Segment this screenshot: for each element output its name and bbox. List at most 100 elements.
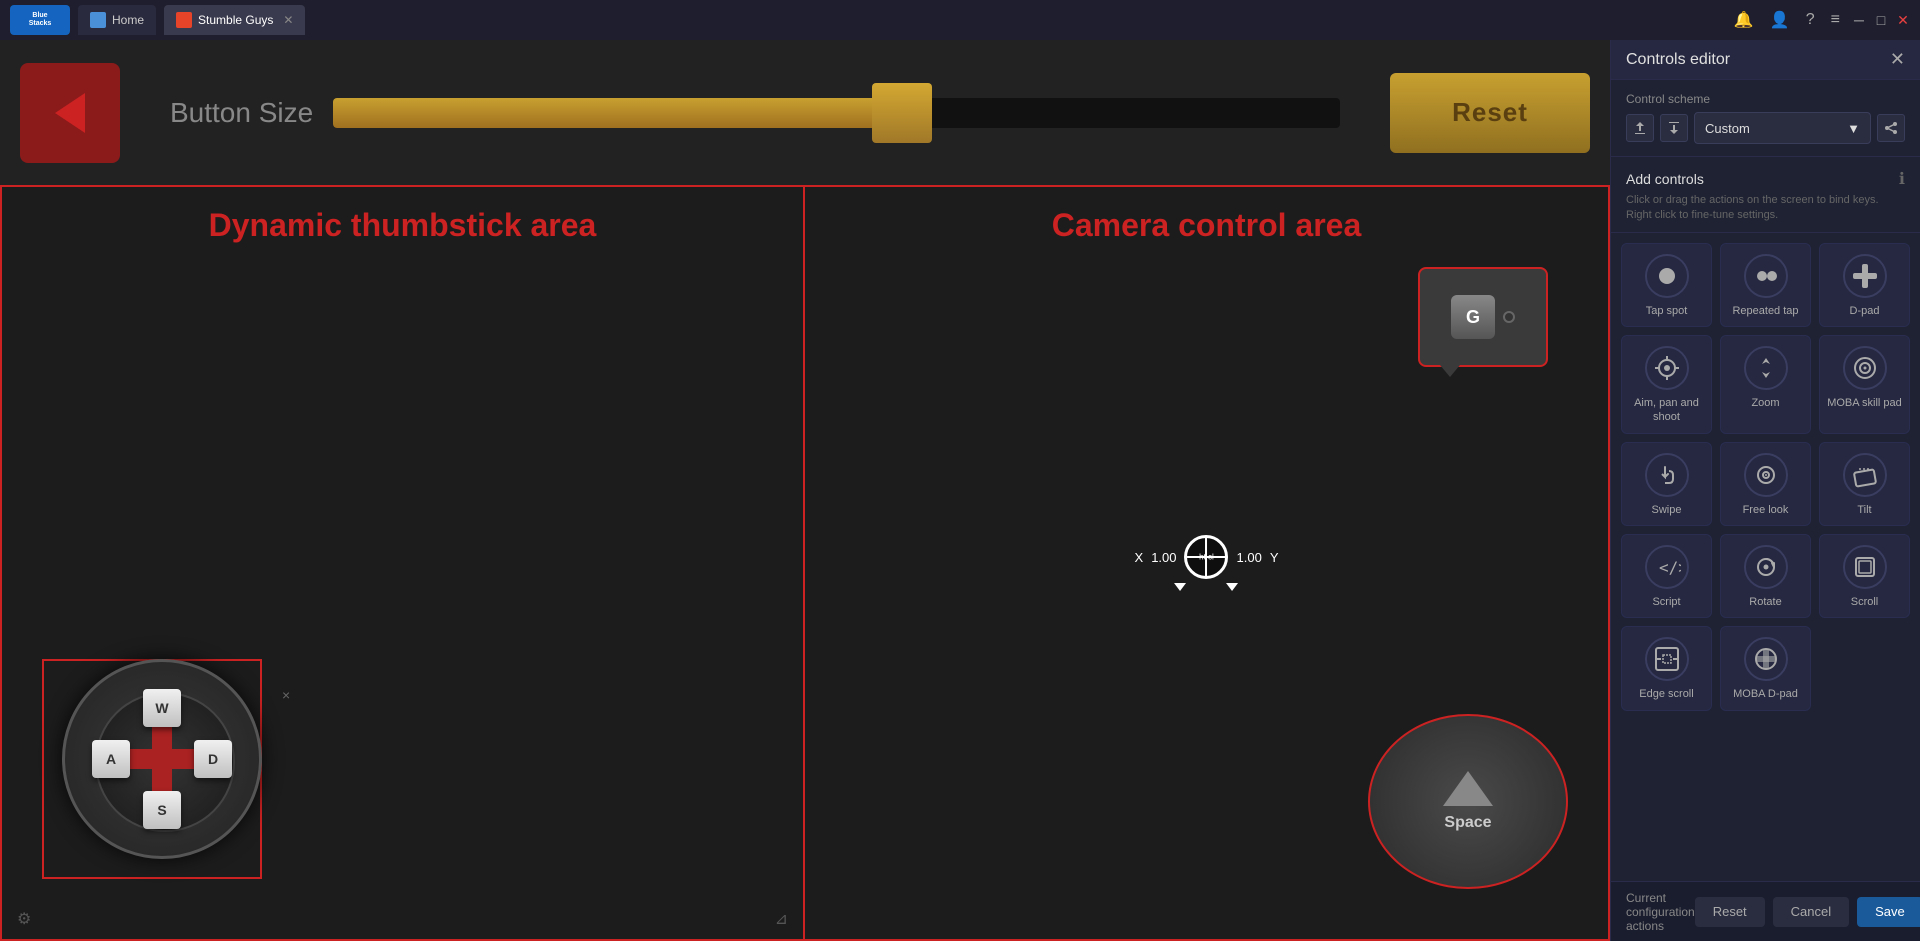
g-speech-tail <box>1440 365 1460 377</box>
zoom-icon <box>1744 346 1788 390</box>
scheme-label: Control scheme <box>1626 92 1905 106</box>
script-icon: </> <box>1645 545 1689 589</box>
control-d-pad[interactable]: D-pad <box>1819 243 1910 327</box>
button-size-area: Button Size <box>140 97 1370 129</box>
control-swipe[interactable]: Swipe <box>1621 442 1712 526</box>
controls-grid: Tap spot Repeated tap <box>1611 233 1920 881</box>
scroll-icon <box>1843 545 1887 589</box>
footer-label: Current configuration actions <box>1626 891 1695 933</box>
panel-close-button[interactable]: ✕ <box>1890 49 1905 70</box>
moba-skill-pad-icon <box>1843 346 1887 390</box>
top-bar: Button Size Reset <box>0 40 1610 185</box>
scheme-export-icon[interactable] <box>1660 114 1688 142</box>
control-aim-pan-shoot[interactable]: Aim, pan and shoot <box>1621 335 1712 434</box>
reset-button[interactable]: Reset <box>1390 73 1590 153</box>
aim-pan-shoot-label: Aim, pan and shoot <box>1628 396 1705 425</box>
camera-area-label: Camera control area <box>805 187 1608 244</box>
footer-buttons: Reset Cancel Save <box>1695 897 1920 927</box>
dpad-container[interactable]: W A S D <box>62 659 262 859</box>
control-moba-dpad[interactable]: MOBA D-pad <box>1720 626 1811 710</box>
x-marker: × <box>282 687 290 703</box>
game-area: Button Size Reset Dynamic thumbstick are… <box>0 40 1610 941</box>
control-free-look[interactable]: Free look <box>1720 442 1811 526</box>
moba-dpad-icon <box>1744 637 1788 681</box>
moba-dpad-label: MOBA D-pad <box>1733 687 1798 701</box>
scroll-label: Scroll <box>1851 595 1879 609</box>
tab-home[interactable]: Home <box>78 5 156 35</box>
settings-icon[interactable]: ⚙ <box>17 909 31 929</box>
script-label: Script <box>1652 595 1680 609</box>
close-button[interactable]: ✕ <box>1896 13 1910 27</box>
dpad-x-mark <box>122 719 202 799</box>
resize-icon[interactable]: ⊿ <box>775 909 788 929</box>
crosshair-center-label: ht cl <box>1199 553 1214 562</box>
key-s-button[interactable]: S <box>143 791 181 829</box>
button-size-slider[interactable] <box>333 98 1340 128</box>
scheme-dropdown[interactable]: Custom ▼ <box>1694 112 1871 144</box>
control-script[interactable]: </> Script <box>1621 534 1712 618</box>
arrow-down-x <box>1175 583 1187 591</box>
scheme-share-icon[interactable] <box>1877 114 1905 142</box>
dropdown-arrow-icon: ▼ <box>1847 121 1860 136</box>
key-w-button[interactable]: W <box>143 689 181 727</box>
swipe-label: Swipe <box>1652 503 1682 517</box>
free-look-label: Free look <box>1743 503 1789 517</box>
tab-stumble-guys[interactable]: Stumble Guys ✕ <box>164 5 305 35</box>
key-a-button[interactable]: A <box>92 740 130 778</box>
window-controls: 🔔 👤 ? ≡ ─ □ ✕ <box>1730 10 1910 30</box>
slider-fill <box>333 98 887 128</box>
rotate-icon <box>1744 545 1788 589</box>
bluestacks-logo: BlueStacks <box>10 5 70 35</box>
x-label: X <box>1135 550 1144 565</box>
g-button-container[interactable]: G <box>1418 267 1548 367</box>
add-controls-desc: Click or drag the actions on the screen … <box>1626 193 1905 224</box>
notifications-icon[interactable]: 🔔 <box>1734 10 1754 30</box>
control-repeated-tap[interactable]: Repeated tap <box>1720 243 1811 327</box>
control-tap-spot[interactable]: Tap spot <box>1621 243 1712 327</box>
scheme-upload-icon[interactable] <box>1626 114 1654 142</box>
crosshair-container[interactable]: X 1.00 ht cl 1.00 Y <box>1135 535 1279 591</box>
account-icon[interactable]: 👤 <box>1770 10 1790 30</box>
control-rotate[interactable]: Rotate <box>1720 534 1811 618</box>
info-icon[interactable]: ℹ <box>1899 169 1905 189</box>
dpad-circle[interactable]: W A S D <box>62 659 262 859</box>
y-label: Y <box>1270 550 1279 565</box>
y-value: 1.00 <box>1237 550 1262 565</box>
control-scroll[interactable]: Scroll <box>1819 534 1910 618</box>
space-label[interactable]: Space <box>1444 814 1491 832</box>
slider-thumb[interactable] <box>872 83 932 143</box>
camera-control-area: Camera control area X 1.00 ht cl 1.00 Y <box>805 185 1610 941</box>
control-tilt[interactable]: Tilt <box>1819 442 1910 526</box>
controls-panel: Controls editor ✕ Control scheme Custom … <box>1610 40 1920 941</box>
back-button[interactable] <box>20 63 120 163</box>
control-moba-skill-pad[interactable]: MOBA skill pad <box>1819 335 1910 434</box>
home-icon <box>90 12 106 28</box>
aim-pan-shoot-icon <box>1645 346 1689 390</box>
footer-cancel-button[interactable]: Cancel <box>1773 897 1849 927</box>
control-zoom[interactable]: Zoom <box>1720 335 1811 434</box>
key-d-button[interactable]: D <box>194 740 232 778</box>
g-key[interactable]: G <box>1451 295 1495 339</box>
crosshair-coords: X 1.00 ht cl 1.00 Y <box>1135 535 1279 579</box>
tap-spot-label: Tap spot <box>1646 304 1688 318</box>
button-size-label: Button Size <box>170 97 313 129</box>
g-dot <box>1503 311 1515 323</box>
x-value: 1.00 <box>1151 550 1176 565</box>
help-icon[interactable]: ? <box>1806 11 1815 29</box>
panel-footer: Current configuration actions Reset Canc… <box>1611 881 1920 941</box>
free-look-icon <box>1744 453 1788 497</box>
footer-save-button[interactable]: Save <box>1857 897 1920 927</box>
tilt-label: Tilt <box>1857 503 1871 517</box>
d-pad-icon <box>1843 254 1887 298</box>
maximize-button[interactable]: □ <box>1874 13 1888 27</box>
control-edge-scroll[interactable]: Edge scroll <box>1621 626 1712 710</box>
close-tab-btn[interactable]: ✕ <box>283 13 293 27</box>
footer-reset-button[interactable]: Reset <box>1695 897 1765 927</box>
crosshair-icon[interactable]: ht cl <box>1185 535 1229 579</box>
svg-text:</>: </> <box>1659 558 1681 577</box>
scheme-controls: Custom ▼ <box>1626 112 1905 144</box>
minimize-button[interactable]: ─ <box>1852 13 1866 27</box>
space-button-container[interactable]: Space <box>1368 714 1568 889</box>
menu-icon[interactable]: ≡ <box>1831 11 1840 29</box>
stumble-guys-icon <box>176 12 192 28</box>
